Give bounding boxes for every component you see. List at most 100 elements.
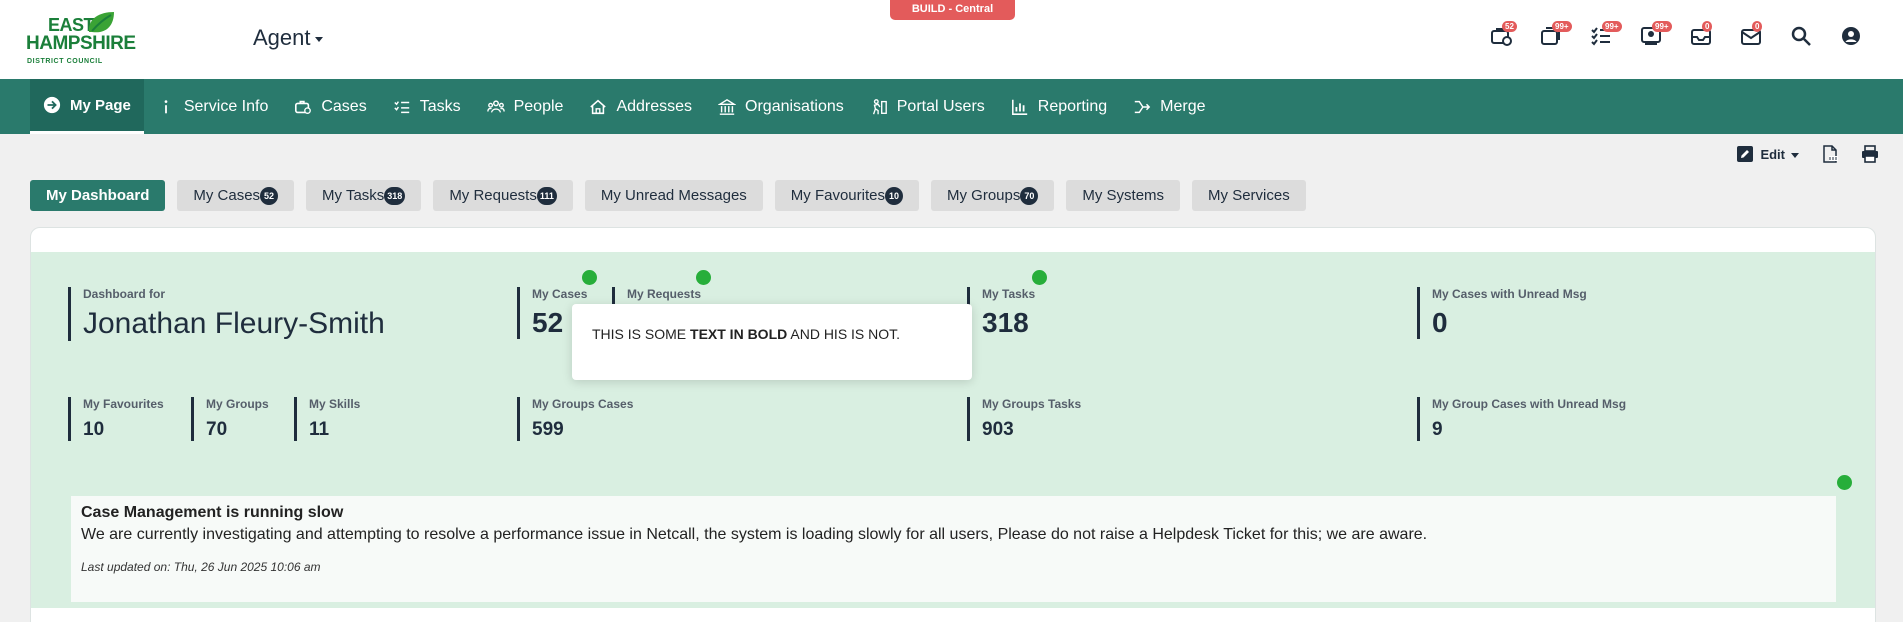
- count-badge: 70: [1020, 186, 1039, 205]
- tab-my-cases[interactable]: My Cases 52: [177, 180, 295, 211]
- task-list-icon: [393, 100, 409, 113]
- role-dropdown[interactable]: Agent: [253, 25, 323, 51]
- dashboard-panel: Dashboard for Jonathan Fleury-Smith My C…: [30, 227, 1876, 622]
- stat-value: 10: [83, 419, 105, 440]
- build-badge: BUILD - Central: [890, 0, 1015, 20]
- messages-icon[interactable]: 99+: [1539, 21, 1572, 48]
- nav-label: Reporting: [1037, 97, 1108, 115]
- mail-icon[interactable]: 0: [1739, 21, 1763, 48]
- stat-label: My Favourites: [83, 397, 164, 411]
- dashboard-owner: Dashboard for Jonathan Fleury-Smith: [68, 287, 385, 341]
- tab-label: My Requests: [449, 187, 537, 204]
- nav-label: Tasks: [419, 97, 461, 115]
- tab-label: My Dashboard: [46, 187, 150, 204]
- status-dot: [696, 270, 711, 285]
- printer-icon: [1862, 145, 1878, 163]
- stat-value: 0: [1432, 307, 1448, 338]
- tab-my-tasks[interactable]: My Tasks 318: [306, 180, 422, 211]
- stat-unread-cases[interactable]: My Cases with Unread Msg 0: [1417, 287, 1587, 339]
- tab-label: My Cases: [193, 187, 261, 204]
- user-account-icon[interactable]: [1839, 24, 1863, 48]
- notice-updated: Last updated on: Thu, 26 Jun 2025 10:06 …: [81, 560, 321, 574]
- tab-label: My Groups: [947, 187, 1021, 204]
- cases-icon[interactable]: 52: [1489, 21, 1517, 48]
- tab-label: My Favourites: [790, 187, 885, 204]
- notice-title: Case Management is running slow: [81, 504, 344, 521]
- council-logo[interactable]: EAST HAMPSHIRE DISTRICT COUNCIL: [26, 12, 136, 70]
- stat-favourites[interactable]: My Favourites 10: [68, 397, 164, 441]
- stat-group-unread[interactable]: My Group Cases with Unread Msg 9: [1417, 397, 1626, 441]
- service-notice: Case Management is running slow We are c…: [71, 496, 1836, 602]
- edit-icon: [1737, 146, 1754, 162]
- notification-badge: 99+: [1602, 21, 1622, 32]
- tab-my-dashboard[interactable]: My Dashboard: [30, 180, 166, 211]
- nav-reporting[interactable]: Reporting: [998, 79, 1120, 134]
- main-nav: My Page Service Info Cases Tasks People …: [0, 79, 1903, 134]
- nav-my-page[interactable]: My Page: [30, 79, 144, 134]
- status-dot: [1837, 475, 1852, 490]
- search-icon[interactable]: [1789, 24, 1813, 48]
- nav-tasks[interactable]: Tasks: [380, 79, 474, 134]
- inbox-icon[interactable]: 0: [1689, 21, 1713, 48]
- caret-down-icon: [1791, 153, 1799, 158]
- stat-label: My Groups Tasks: [982, 397, 1082, 411]
- house-icon: [590, 99, 607, 114]
- count-badge: 52: [260, 186, 279, 205]
- stat-my-tasks[interactable]: My Tasks 318: [967, 287, 1035, 339]
- portal-user-icon: [872, 98, 887, 114]
- nav-merge[interactable]: Merge: [1120, 79, 1218, 134]
- tab-my-unread-messages[interactable]: My Unread Messages: [584, 180, 763, 211]
- pdf-button[interactable]: [1821, 145, 1839, 163]
- role-label: Agent: [253, 25, 311, 50]
- nav-service-info[interactable]: Service Info: [144, 79, 281, 134]
- people-icon[interactable]: 99+: [1639, 21, 1672, 48]
- tab-label: My Systems: [1082, 187, 1165, 204]
- nav-addresses[interactable]: Addresses: [576, 79, 705, 134]
- nav-people[interactable]: People: [474, 79, 577, 134]
- nav-label: Service Info: [183, 97, 269, 115]
- tab-my-requests[interactable]: My Requests 111: [433, 180, 573, 211]
- page-toolbar: Edit: [1736, 145, 1879, 163]
- notification-badge: 52: [1502, 21, 1517, 32]
- stat-label: My Groups: [206, 397, 269, 411]
- stat-label: My Groups Cases: [532, 397, 634, 411]
- tab-my-groups[interactable]: My Groups 70: [931, 180, 1055, 211]
- stat-groups[interactable]: My Groups 70: [191, 397, 269, 441]
- popup-text: THIS IS SOME: [592, 326, 691, 342]
- notice-body: We are currently investigating and attem…: [81, 526, 1428, 543]
- tab-my-favourites[interactable]: My Favourites 10: [774, 180, 919, 211]
- header-icons: 52 99+ 99+ 99+ 0 0: [1489, 21, 1863, 48]
- stat-skills[interactable]: My Skills 11: [294, 397, 360, 441]
- stat-label: My Cases: [532, 287, 588, 301]
- nav-organisations[interactable]: Organisations: [705, 79, 857, 134]
- merge-icon: [1134, 100, 1151, 113]
- count-badge: 10: [885, 186, 903, 205]
- status-dot: [1032, 270, 1047, 285]
- popup-bold-text: TEXT IN BOLD: [690, 326, 788, 342]
- status-dot: [582, 270, 597, 285]
- stat-value: 11: [309, 419, 330, 440]
- stat-value: 70: [206, 419, 228, 440]
- edit-label: Edit: [1760, 146, 1785, 162]
- edit-dropdown[interactable]: Edit: [1736, 145, 1799, 163]
- count-badge: 111: [536, 186, 557, 205]
- stat-value: 9: [1432, 419, 1443, 440]
- nav-label: Organisations: [745, 97, 844, 115]
- tasks-icon[interactable]: 99+: [1589, 21, 1622, 48]
- nav-label: My Page: [70, 96, 131, 114]
- arrow-circle-icon: [43, 96, 61, 114]
- stat-label: My Tasks: [982, 287, 1036, 301]
- stat-groups-cases[interactable]: My Groups Cases 599: [517, 397, 633, 441]
- print-button[interactable]: [1861, 145, 1879, 163]
- nav-portal-users[interactable]: Portal Users: [857, 79, 998, 134]
- nav-cases[interactable]: Cases: [281, 79, 379, 134]
- info-icon: [164, 99, 168, 113]
- stat-groups-tasks[interactable]: My Groups Tasks 903: [967, 397, 1081, 441]
- nav-label: Merge: [1160, 97, 1206, 115]
- tab-label: My Tasks: [322, 187, 385, 204]
- tab-my-services[interactable]: My Services: [1192, 180, 1306, 211]
- stat-label: My Cases with Unread Msg: [1432, 287, 1587, 301]
- tab-my-systems[interactable]: My Systems: [1066, 180, 1181, 211]
- pdf-icon: [1823, 145, 1838, 163]
- notification-badge: 99+: [1652, 21, 1672, 32]
